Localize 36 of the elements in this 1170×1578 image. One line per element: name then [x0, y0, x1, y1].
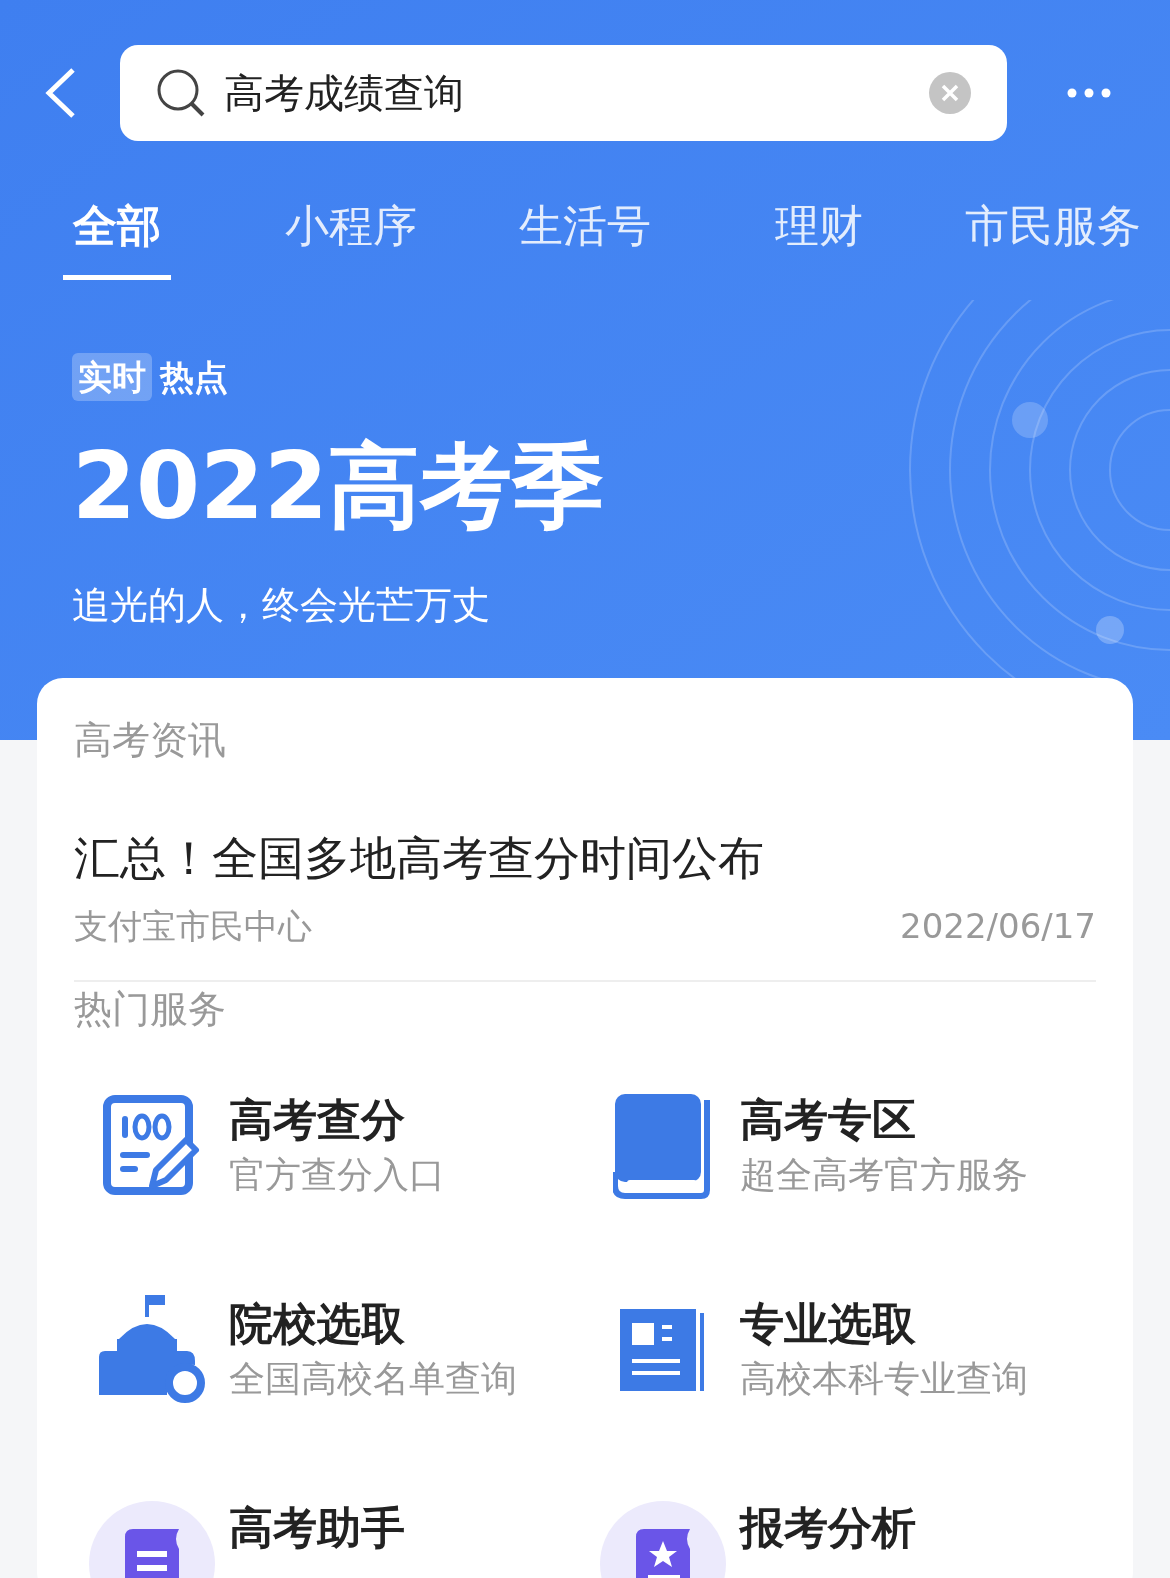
book-icon [612, 1092, 713, 1200]
school-building-icon [96, 1295, 207, 1405]
score-sheet-icon [101, 1094, 202, 1198]
service-subtitle: 超全高考官方服务 [740, 1153, 1028, 1197]
more-icon [1066, 87, 1111, 98]
service-item[interactable]: 专业选取 高校本科专业查询 [585, 1278, 1096, 1422]
service-title: 院校选取 [229, 1297, 406, 1351]
service-title: 高考专区 [740, 1093, 917, 1147]
search-icon [156, 67, 206, 118]
live-badge: 实时 [72, 353, 152, 401]
search-field[interactable]: 高考成绩查询 [120, 44, 1007, 141]
news-headline[interactable]: 汇总！全国多地高考查分时间公布 [74, 828, 1096, 888]
service-item[interactable]: 高考专区 超全高考官方服务 [585, 1074, 1096, 1218]
clear-button[interactable] [929, 71, 971, 114]
banner-subtitle: 追光的人，终会光芒万丈 [71, 582, 491, 629]
news-source: 支付宝市民中心 [74, 905, 312, 948]
service-item[interactable]: 高考助手 [74, 1482, 585, 1578]
back-icon [43, 66, 77, 119]
service-title: 专业选取 [740, 1297, 917, 1351]
service-subtitle: 高校本科专业查询 [740, 1357, 1028, 1401]
service-item[interactable]: 报考分析 [585, 1482, 1096, 1578]
service-item[interactable]: 院校选取 全国高校名单查询 [74, 1278, 585, 1422]
service-subtitle: 全国高校名单查询 [229, 1357, 517, 1401]
hot-label: 热点 [160, 355, 228, 399]
service-item[interactable]: 高考查分 官方查分入口 [74, 1074, 585, 1218]
service-subtitle: 官方查分入口 [229, 1153, 445, 1197]
close-icon [941, 83, 959, 102]
search-query: 高考成绩查询 [224, 68, 465, 118]
service-title: 高考助手 [229, 1501, 405, 1555]
service-title: 报考分析 [740, 1501, 916, 1555]
services-section-title: 热门服务 [74, 986, 227, 1033]
banner-title: 2022高考季 [71, 432, 606, 542]
news-date: 2022/06/17 [900, 905, 1096, 948]
service-title: 高考查分 [229, 1093, 406, 1147]
news-section-title: 高考资讯 [74, 717, 227, 764]
category-tab[interactable]: 全部 [63, 185, 171, 280]
